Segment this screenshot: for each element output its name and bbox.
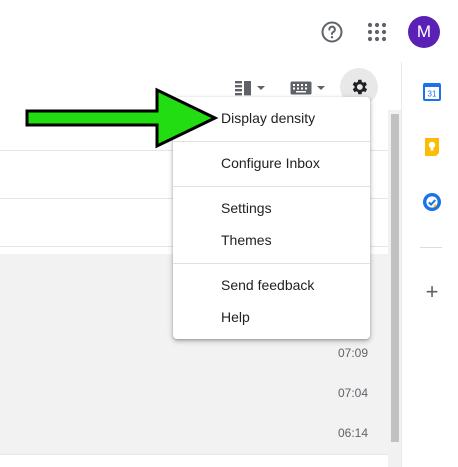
tasks-check-icon[interactable]	[422, 192, 442, 212]
green-arrow-annotation	[25, 87, 219, 149]
apps-grid-icon[interactable]	[365, 20, 389, 44]
row-time: 06:14	[337, 426, 368, 440]
side-panel-divider	[420, 247, 442, 248]
menu-item-settings[interactable]: Settings	[173, 192, 370, 224]
menu-item-label: Settings	[221, 200, 272, 216]
list-item[interactable]: 07:04	[0, 374, 388, 415]
avatar-letter: M	[416, 22, 432, 41]
calendar-date: 31	[428, 90, 437, 99]
menu-divider	[173, 186, 370, 187]
keyboard-button[interactable]	[290, 78, 326, 98]
list-item[interactable]: 06:14	[0, 414, 388, 455]
keyboard-icon	[290, 81, 312, 95]
menu-item-label: Display density	[221, 110, 316, 126]
menu-item-label: Themes	[221, 232, 272, 248]
keep-bulb-icon[interactable]	[422, 137, 442, 157]
account-avatar[interactable]: M	[408, 16, 440, 48]
split-pane-button[interactable]	[234, 78, 268, 98]
menu-divider	[173, 263, 370, 264]
calendar-icon[interactable]: 31	[422, 82, 442, 102]
top-header	[0, 0, 458, 63]
list-item[interactable]: 07:09	[0, 334, 388, 375]
menu-item-help[interactable]: Help	[173, 301, 370, 333]
menu-item-themes[interactable]: Themes	[173, 224, 370, 256]
add-addon-icon[interactable]: +	[422, 281, 442, 303]
menu-item-label: Help	[221, 309, 250, 325]
chevron-down-icon	[317, 86, 325, 90]
row-time: 07:04	[337, 386, 368, 400]
gear-icon	[352, 79, 368, 95]
menu-item-label: Send feedback	[221, 277, 315, 293]
menu-item-label: Configure Inbox	[221, 155, 320, 171]
help-icon[interactable]	[320, 20, 344, 44]
row-time: 07:09	[337, 346, 368, 360]
chevron-down-icon	[257, 86, 265, 90]
side-panel	[401, 62, 458, 467]
scrollbar-thumb[interactable]	[391, 114, 399, 442]
split-pane-icon	[235, 81, 251, 96]
menu-item-send-feedback[interactable]: Send feedback	[173, 269, 370, 301]
